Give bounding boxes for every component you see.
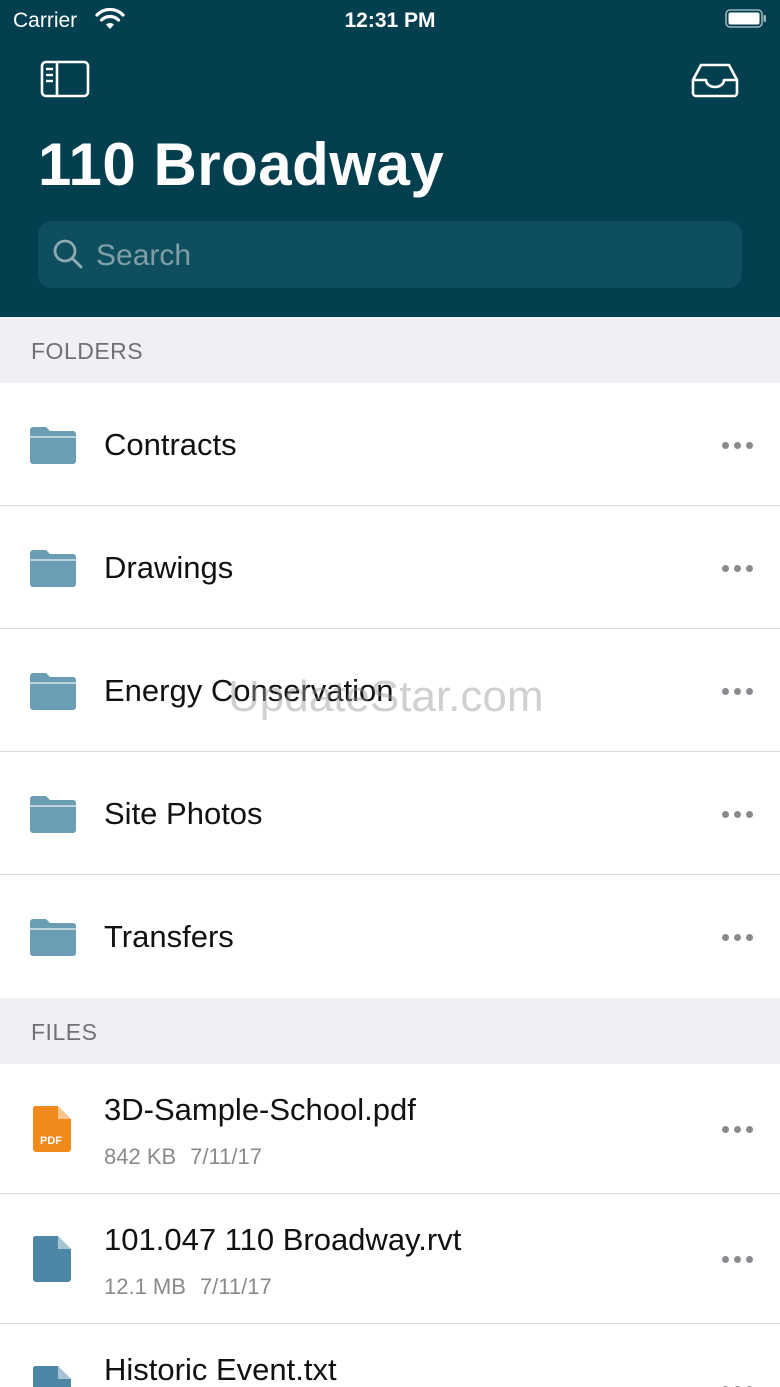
more-options-button[interactable] [712,548,764,588]
file-meta: 12.1 MB 7/11/17 [104,1274,272,1300]
file-row-pdf[interactable]: PDF 3D-Sample-School.pdf 842 KB 7/11/17 [0,1064,780,1194]
file-name: 3D-Sample-School.pdf [104,1092,416,1127]
status-time: 12:31 PM [344,9,436,32]
more-options-button[interactable] [712,1109,764,1149]
folder-name: Site Photos [104,796,263,831]
search-bar[interactable] [38,221,742,290]
pdf-icon: PDF [32,1106,71,1152]
search-icon [53,239,83,269]
more-options-button[interactable] [712,1369,764,1387]
status-bar: Carrier 12:31 PM [0,0,780,42]
file-row-txt[interactable]: Historic Event.txt [0,1324,780,1387]
sidebar-icon[interactable] [40,60,90,98]
folders-section-header: FOLDERS [0,317,780,383]
file-date: 7/11/17 [190,1144,262,1169]
file-size: 12.1 MB [104,1274,186,1299]
folder-icon [30,427,76,464]
page-title: 110 Broadway [38,131,445,198]
folder-name: Drawings [104,550,234,585]
header-bar: Carrier 12:31 PM 110 Broadway [0,0,780,317]
file-meta: 842 KB 7/11/17 [104,1144,262,1170]
search-input[interactable] [94,221,738,290]
folder-row-site-photos[interactable]: Site Photos [0,752,780,875]
more-options-button[interactable] [712,794,764,834]
document-icon [32,1236,71,1282]
folder-row-drawings[interactable]: Drawings [0,506,780,629]
file-date: 7/11/17 [199,1274,272,1299]
folder-icon [30,550,76,587]
file-name: 101.047 110 Broadway.rvt [104,1222,462,1257]
text-document-icon [32,1366,71,1387]
more-options-button[interactable] [712,425,764,465]
folder-row-transfers[interactable]: Transfers [0,875,780,998]
folder-name: Energy Conservation [104,673,394,708]
inbox-tray-icon[interactable] [690,62,740,98]
folders-section-label: FOLDERS [31,338,144,364]
pdf-icon-label: PDF [40,1135,62,1147]
folder-icon [30,673,76,710]
file-name: Historic Event.txt [104,1352,337,1387]
more-options-button[interactable] [712,671,764,711]
file-size: 842 KB [104,1144,177,1169]
files-section-header: FILES [0,998,780,1064]
battery-icon [725,9,766,28]
folder-icon [30,796,76,833]
more-options-button[interactable] [712,917,764,957]
folder-row-energy-conservation[interactable]: Energy Conservation [0,629,780,752]
more-options-button[interactable] [712,1239,764,1279]
folder-row-contracts[interactable]: Contracts [0,383,780,506]
file-row-rvt[interactable]: 101.047 110 Broadway.rvt 12.1 MB 7/11/17 [0,1194,780,1324]
folder-name: Contracts [104,427,237,462]
folder-name: Transfers [104,919,234,954]
files-section-label: FILES [31,1019,98,1045]
folder-icon [30,919,76,956]
